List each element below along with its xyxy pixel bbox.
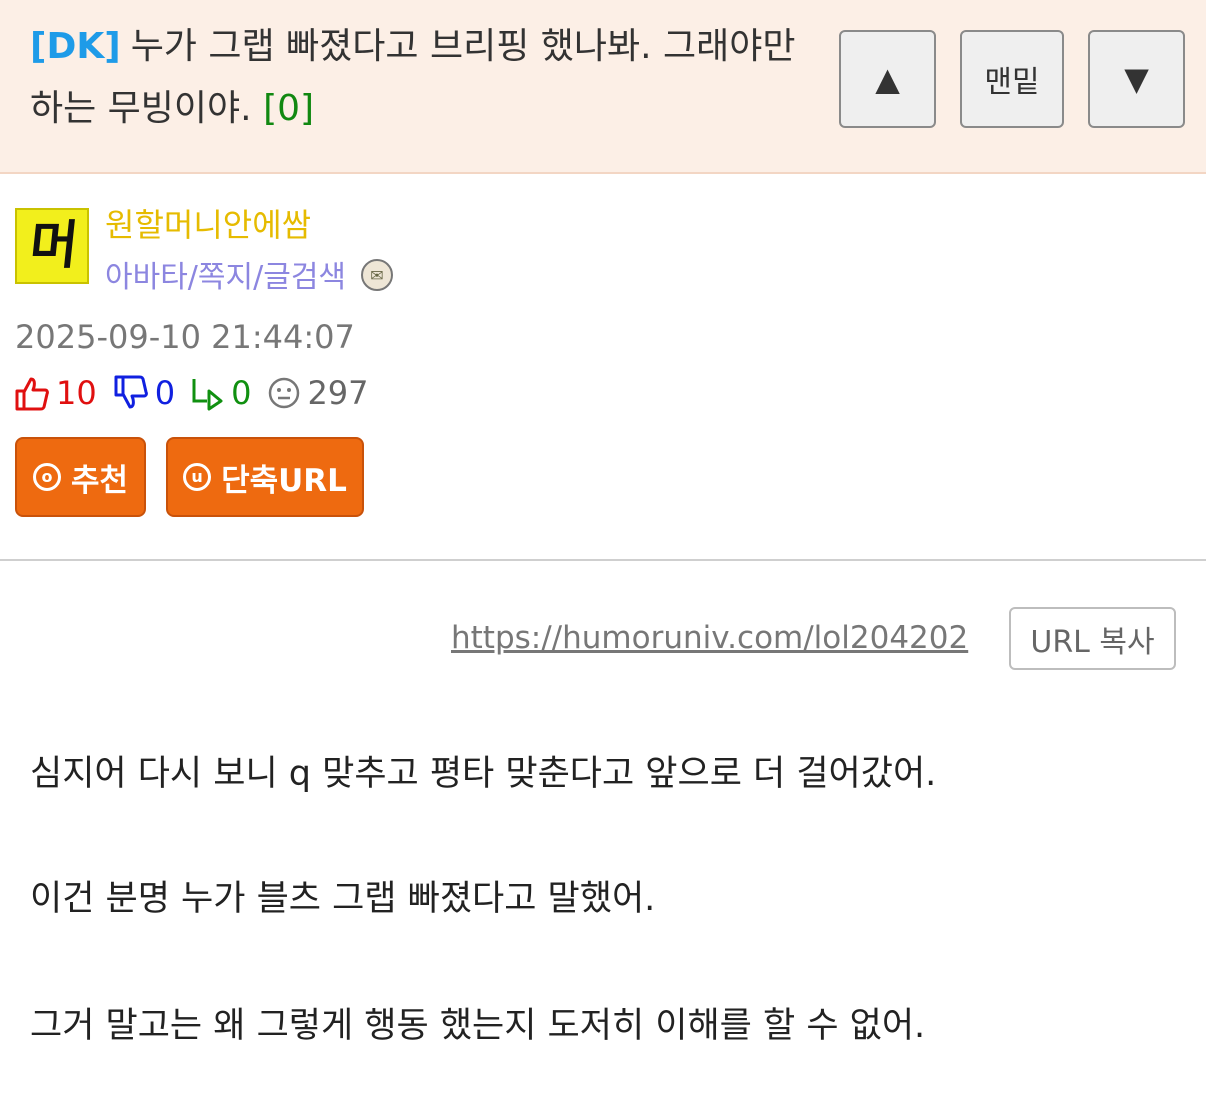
post-paragraph-1: 심지어 다시 보니 q 맞추고 평타 맞춘다고 앞으로 더 걸어갔어. (30, 754, 937, 794)
down-arrow-icon: ▼ (1124, 60, 1149, 98)
level-badge-icon: ✉ (361, 259, 393, 291)
scroll-up-button[interactable]: ▲ (839, 30, 936, 128)
upvote-count: 10 (56, 374, 97, 412)
post-date: 2025-09-10 21:44:07 (15, 318, 355, 356)
avatar[interactable]: 머 (15, 208, 89, 284)
thumbs-down-icon (114, 375, 148, 409)
scroll-down-button[interactable]: ▼ (1088, 30, 1185, 128)
author-name[interactable]: 원할머니안에쌈 (105, 200, 311, 246)
view-count: 297 (307, 374, 369, 412)
go-bottom-label: 맨밑 (984, 65, 1040, 100)
post-paragraph-3: 그거 말고는 왜 그렇게 행동 했는지 도저히 이해를 할 수 없어. (30, 1006, 926, 1046)
avatar-text: 머 (26, 216, 78, 276)
reply-count: 0 (231, 374, 252, 412)
recommend-icon: o (32, 463, 61, 491)
thumbs-up-icon (15, 377, 49, 411)
short-url-icon: u (183, 463, 212, 491)
short-url-label: 단축URL (221, 462, 347, 499)
copy-url-button[interactable]: URL 복사 (1009, 607, 1176, 670)
post-url-link[interactable]: https://humoruniv.com/lol204202 (451, 620, 968, 656)
post-header: [DK] 누가 그랩 빠졌다고 브리핑 했나봐. 그래야만 하는 무빙이야. [0… (0, 0, 1206, 174)
category-tag[interactable]: [DK] (30, 26, 121, 67)
post-title-text: 누가 그랩 빠졌다고 브리핑 했나봐. 그래야만 하는 무빙이야. (30, 26, 796, 129)
post-paragraph-2: 이건 분명 누가 블츠 그랩 빠졌다고 말했어. (30, 879, 656, 919)
view-face-icon (269, 377, 300, 409)
recommend-label: 추천 (70, 462, 129, 499)
go-bottom-button[interactable]: 맨밑 (960, 30, 1064, 128)
downvote-count: 0 (154, 374, 176, 412)
up-arrow-icon: ▲ (875, 60, 900, 98)
comment-count[interactable]: [0] (263, 88, 314, 129)
post-title: [DK] 누가 그랩 빠졌다고 브리핑 했나봐. 그래야만 하는 무빙이야. [0… (30, 16, 810, 140)
author-links[interactable]: 아바타/쪽지/글검색 (105, 252, 346, 296)
reply-arrow-icon (192, 379, 223, 411)
section-divider (0, 559, 1206, 561)
short-url-button[interactable]: u 단축URL (166, 437, 364, 517)
recommend-button[interactable]: o 추천 (15, 437, 146, 517)
post-stats: 10 0 0 297 (14, 371, 369, 415)
